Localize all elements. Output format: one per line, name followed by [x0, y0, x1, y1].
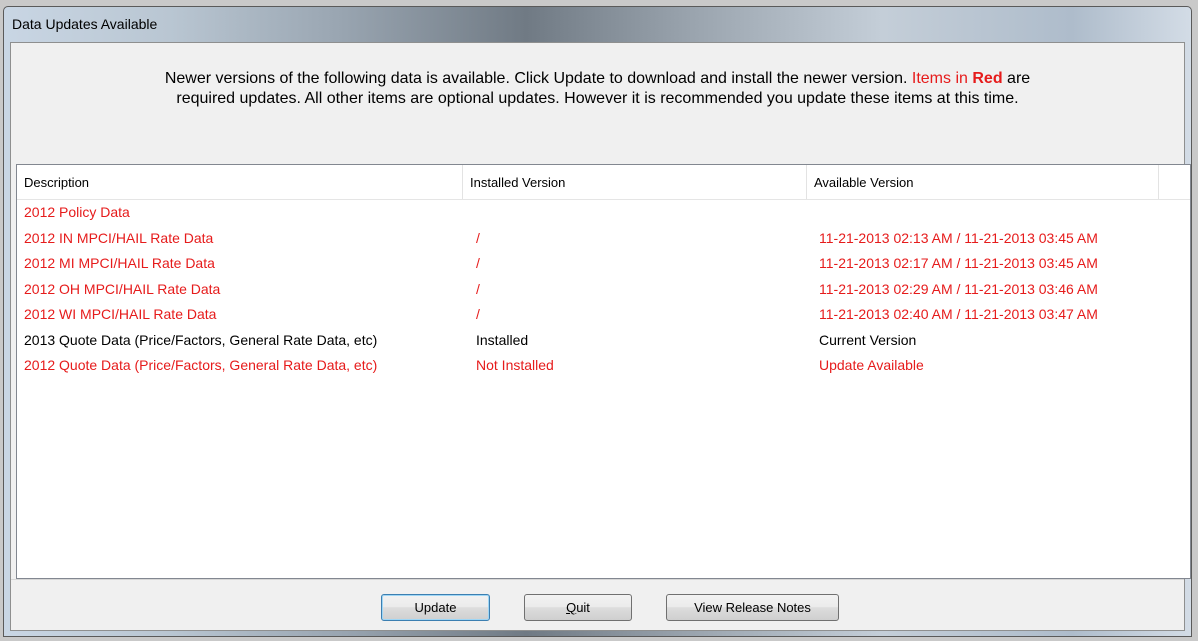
list-row[interactable]: 2012 IN MPCI/HAIL Rate Data / 11-21-2013…: [17, 226, 1190, 252]
column-header-filler: [1159, 165, 1189, 199]
quit-mnemonic: Q: [566, 600, 577, 615]
column-header-description[interactable]: Description: [17, 165, 463, 199]
message-part2: required updates. All other items are op…: [176, 90, 1019, 107]
dialog-window: Data Updates Available Newer versions of…: [3, 6, 1192, 637]
list-row[interactable]: 2013 Quote Data (Price/Factors, General …: [17, 328, 1190, 354]
info-message: Newer versions of the following data is …: [23, 69, 1172, 109]
row-available-version: 11-21-2013 02:13 AM / 11-21-2013 03:45 A…: [819, 229, 1098, 246]
row-available-version: Current Version: [819, 331, 917, 348]
row-available-version: Update Available: [819, 357, 924, 373]
row-description: 2013 Quote Data (Price/Factors, General …: [24, 331, 378, 348]
message-items-in: Items in: [911, 70, 973, 87]
row-description: 2012 MI MPCI/HAIL Rate Data: [24, 255, 215, 271]
row-installed-version: /: [476, 280, 480, 297]
row-available-version: 11-21-2013 02:17 AM / 11-21-2013 03:45 A…: [819, 255, 1098, 271]
list-row[interactable]: 2012 MI MPCI/HAIL Rate Data / 11-21-2013…: [17, 251, 1190, 277]
quit-label-rest: uit: [576, 600, 590, 615]
window-title: Data Updates Available: [12, 16, 158, 32]
list-row[interactable]: 2012 Policy Data: [17, 200, 1190, 226]
row-installed-version: Installed: [476, 331, 529, 348]
column-header-available-version[interactable]: Available Version: [807, 165, 1159, 199]
list-row[interactable]: 2012 OH MPCI/HAIL Rate Data / 11-21-2013…: [17, 277, 1190, 303]
column-header-installed-version[interactable]: Installed Version: [463, 165, 807, 199]
row-available-version: 11-21-2013 02:40 AM / 11-21-2013 03:47 A…: [819, 306, 1098, 322]
button-bar: Update Quit View Release Notes: [11, 579, 1184, 630]
list-row[interactable]: 2012 WI MPCI/HAIL Rate Data / 11-21-2013…: [17, 302, 1190, 328]
row-available-version: 11-21-2013 02:29 AM / 11-21-2013 03:46 A…: [819, 280, 1098, 297]
row-description: 2012 OH MPCI/HAIL Rate Data: [24, 280, 221, 297]
view-release-notes-button[interactable]: View Release Notes: [666, 594, 839, 621]
list-rows: 2012 Policy Data 2012 IN MPCI/HAIL Rate …: [17, 200, 1190, 379]
row-installed-version: Not Installed: [476, 357, 554, 373]
list-row[interactable]: 2012 Quote Data (Price/Factors, General …: [17, 353, 1190, 379]
quit-button[interactable]: Quit: [524, 594, 632, 621]
row-installed-version: /: [476, 255, 480, 271]
message-part1: Newer versions of the following data is …: [164, 70, 912, 87]
message-are: are: [1002, 70, 1031, 87]
update-button[interactable]: Update: [381, 594, 490, 621]
row-description: 2012 WI MPCI/HAIL Rate Data: [24, 306, 217, 322]
dialog-body: Newer versions of the following data is …: [10, 42, 1191, 631]
row-installed-version: /: [476, 229, 480, 246]
row-description: 2012 Quote Data (Price/Factors, General …: [24, 357, 378, 373]
row-description: 2012 Policy Data: [24, 204, 130, 220]
row-description: 2012 IN MPCI/HAIL Rate Data: [24, 229, 214, 246]
row-installed-version: /: [476, 306, 480, 322]
message-red-word: Red: [972, 70, 1003, 87]
list-header: Description Installed Version Available …: [17, 165, 1190, 200]
updates-list[interactable]: Description Installed Version Available …: [16, 164, 1191, 579]
